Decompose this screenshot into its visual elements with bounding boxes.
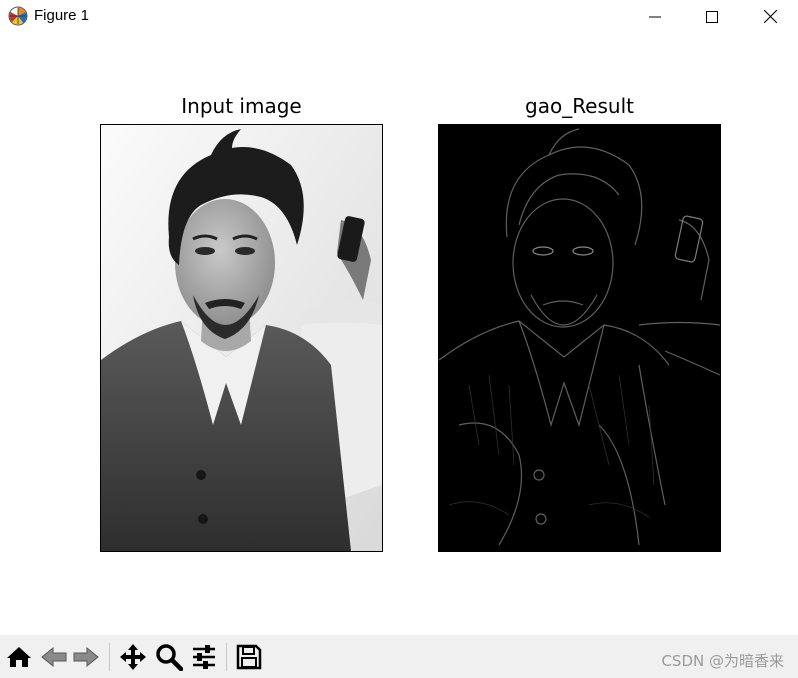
zoom-icon (156, 644, 183, 671)
close-button[interactable] (741, 0, 798, 33)
input-portrait-image (101, 125, 382, 551)
save-button[interactable] (233, 641, 265, 673)
title-bar: Figure 1 (0, 0, 798, 33)
zoom-button[interactable] (153, 641, 185, 673)
result-image-axes (438, 124, 721, 552)
save-icon (236, 644, 262, 670)
input-image-title: Input image (181, 94, 302, 118)
close-icon (763, 10, 777, 23)
window-title: Figure 1 (34, 7, 90, 24)
csdn-watermark: CSDN @为暗香来 (661, 652, 784, 670)
minimize-icon (649, 16, 661, 17)
maximize-icon (706, 10, 718, 23)
home-icon (7, 647, 31, 667)
back-arrow-icon (41, 646, 67, 668)
matplotlib-logo-icon (8, 6, 28, 26)
maximize-button[interactable] (683, 0, 741, 33)
navigation-toolbar: CSDN @为暗香来 (0, 635, 798, 678)
toolbar-separator (226, 643, 227, 671)
forward-arrow-icon (73, 646, 99, 668)
move-icon (120, 644, 146, 670)
minimize-button[interactable] (626, 0, 684, 33)
input-image-axes (100, 124, 383, 552)
sliders-icon (193, 645, 215, 669)
edge-result-image (439, 125, 720, 551)
figure-canvas[interactable]: Input image gao_Result (0, 33, 798, 635)
back-button[interactable] (38, 641, 70, 673)
configure-subplots-button[interactable] (188, 641, 220, 673)
forward-button[interactable] (70, 641, 102, 673)
toolbar-separator (109, 643, 110, 671)
result-image-title: gao_Result (525, 94, 634, 118)
pan-button[interactable] (117, 641, 149, 673)
home-button[interactable] (3, 641, 35, 673)
